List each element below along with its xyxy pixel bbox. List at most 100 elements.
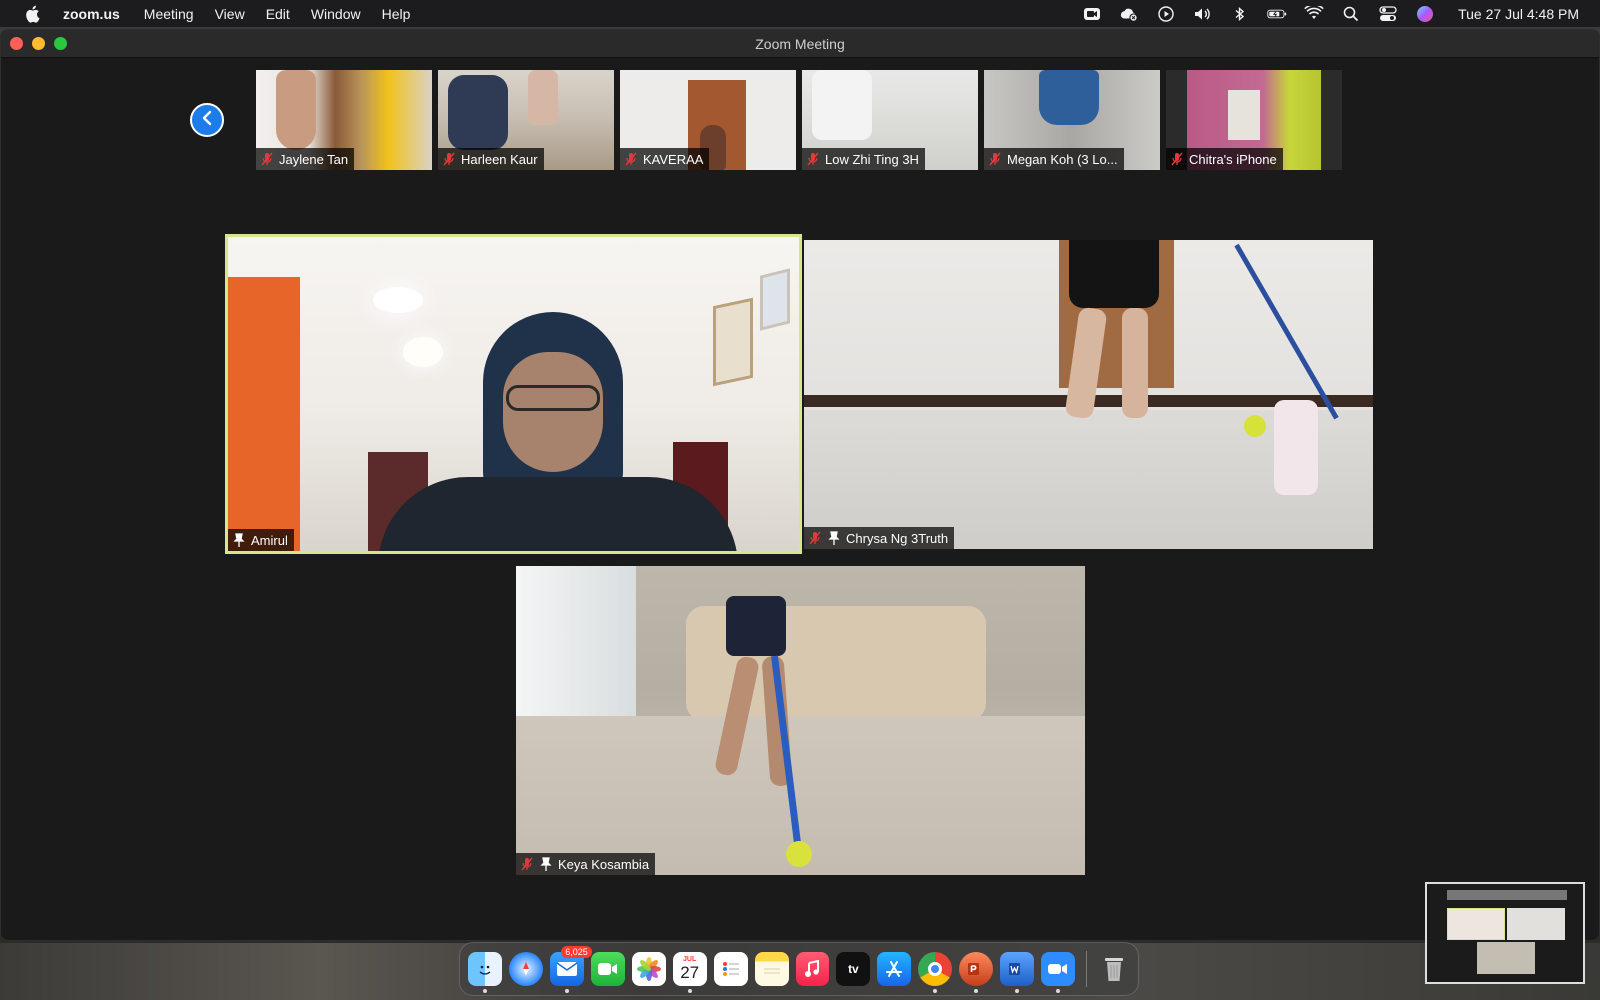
dock-separator — [1086, 951, 1088, 987]
zoom-meeting-window: Zoom Meeting Jaylene Tan Harleen Kaur KA… — [0, 29, 1600, 941]
safari-icon[interactable] — [508, 952, 543, 986]
wifi-icon[interactable] — [1304, 5, 1324, 23]
calendar-day: 27 — [680, 963, 700, 982]
mic-muted-icon — [1170, 152, 1184, 166]
video-tile[interactable]: Chrysa Ng 3Truth — [804, 240, 1373, 549]
participant-name: Keya Kosambia — [558, 856, 650, 872]
participant-thumbnail[interactable]: Harleen Kaur — [438, 70, 614, 170]
participant-glasses — [506, 385, 600, 411]
window-preview-thumbnail[interactable] — [1425, 882, 1585, 984]
participant-nameplate: Megan Koh (3 Lo... — [984, 148, 1124, 170]
participant-name: Low Zhi Ting 3H — [825, 151, 919, 167]
window-titlebar: Zoom Meeting — [1, 30, 1599, 58]
participant-thumbnail[interactable]: Low Zhi Ting 3H — [802, 70, 978, 170]
participant-thumbnail[interactable]: Megan Koh (3 Lo... — [984, 70, 1160, 170]
mic-muted-icon — [806, 152, 820, 166]
word-icon[interactable] — [1000, 952, 1035, 993]
running-indicator — [1056, 989, 1061, 993]
zoom-icon[interactable] — [1041, 952, 1076, 993]
control-center-icon[interactable] — [1378, 5, 1398, 23]
chevron-left-icon — [200, 110, 214, 131]
close-window-button[interactable] — [10, 37, 23, 50]
participant-nameplate: Harleen Kaur — [438, 148, 544, 170]
facetime-icon[interactable] — [590, 952, 625, 986]
ceiling-light — [403, 337, 443, 367]
trash-icon[interactable] — [1097, 952, 1131, 986]
ball — [786, 841, 812, 867]
previous-page-button[interactable] — [190, 103, 224, 137]
video-tile-active-speaker[interactable]: Amirul — [225, 234, 802, 554]
menubar-clock[interactable]: Tue 27 Jul 4:48 PM — [1458, 6, 1579, 22]
mic-muted-icon — [260, 152, 274, 166]
bottle — [1274, 400, 1318, 495]
volume-icon[interactable] — [1193, 5, 1213, 23]
participant-silhouette — [1039, 70, 1099, 125]
participant-name: Chitra's iPhone — [1189, 151, 1277, 167]
participant-silhouette — [528, 70, 558, 125]
participant-nameplate: Jaylene Tan — [256, 148, 355, 170]
preview-tile — [1447, 908, 1505, 940]
mic-muted-icon — [808, 531, 822, 545]
mail-unread-badge: 6,025 — [561, 946, 592, 958]
ball — [1244, 415, 1266, 437]
participant-silhouette — [812, 70, 872, 140]
dock: 6,025 JUL 27 tv — [459, 942, 1139, 996]
chrome-icon[interactable] — [918, 952, 953, 993]
apple-tv-label: tv — [848, 962, 859, 976]
apple-logo-icon[interactable] — [23, 5, 41, 23]
participant-leg — [1122, 308, 1148, 418]
participant-thumbnail[interactable]: KAVERAA — [620, 70, 796, 170]
participant-nameplate: Amirul — [228, 529, 294, 551]
running-indicator — [1015, 989, 1020, 993]
notes-icon[interactable] — [754, 952, 789, 986]
running-indicator — [564, 989, 569, 993]
bluetooth-icon[interactable] — [1230, 5, 1250, 23]
menu-window[interactable]: Window — [311, 6, 361, 22]
participant-nameplate: Keya Kosambia — [516, 853, 656, 875]
participant-thumbnail[interactable]: Jaylene Tan — [256, 70, 432, 170]
menu-app-name[interactable]: zoom.us — [63, 6, 120, 22]
participant-body — [378, 477, 738, 551]
powerpoint-icon[interactable] — [959, 952, 994, 993]
chrome-center — [928, 962, 943, 976]
photos-icon[interactable] — [631, 952, 666, 986]
window — [516, 566, 636, 716]
participant-shorts — [726, 596, 786, 656]
participant-nameplate: Low Zhi Ting 3H — [802, 148, 925, 170]
running-indicator — [933, 989, 938, 993]
calendar-icon[interactable]: JUL 27 — [672, 952, 707, 993]
battery-icon[interactable] — [1267, 5, 1287, 23]
zoom-status-icon[interactable] — [1082, 5, 1102, 23]
preview-strip — [1447, 890, 1567, 900]
search-icon[interactable] — [1341, 5, 1361, 23]
play-icon[interactable] — [1156, 5, 1176, 23]
mic-muted-icon — [520, 857, 534, 871]
participant-name: KAVERAA — [643, 151, 704, 167]
participant-face — [503, 352, 603, 472]
cloud-icon[interactable] — [1119, 5, 1139, 23]
mic-muted-icon — [624, 152, 638, 166]
pin-icon — [827, 531, 841, 545]
participant-thumbnail[interactable]: Chitra's iPhone — [1166, 70, 1342, 170]
music-icon[interactable] — [795, 952, 830, 986]
minimize-window-button[interactable] — [32, 37, 45, 50]
apple-tv-icon[interactable]: tv — [836, 952, 871, 986]
mail-icon[interactable]: 6,025 — [549, 946, 592, 993]
participant-name: Amirul — [251, 532, 288, 548]
shelf — [1228, 90, 1260, 140]
menu-edit[interactable]: Edit — [266, 6, 290, 22]
finder-icon[interactable] — [468, 952, 502, 993]
menu-bar: zoom.us Meeting View Edit Window Help Tu… — [0, 0, 1600, 27]
menu-meeting[interactable]: Meeting — [144, 6, 194, 22]
participant-name: Chrysa Ng 3Truth — [846, 530, 949, 546]
participant-name: Megan Koh (3 Lo... — [1007, 151, 1118, 167]
app-store-icon[interactable] — [877, 952, 912, 986]
reminders-icon[interactable] — [713, 952, 748, 986]
menu-view[interactable]: View — [215, 6, 245, 22]
menu-help[interactable]: Help — [382, 6, 411, 22]
siri-icon[interactable] — [1415, 5, 1435, 23]
fullscreen-window-button[interactable] — [54, 37, 67, 50]
participant-nameplate: Chitra's iPhone — [1166, 148, 1283, 170]
ceiling-light — [373, 287, 423, 313]
video-tile[interactable]: Keya Kosambia — [516, 566, 1085, 875]
